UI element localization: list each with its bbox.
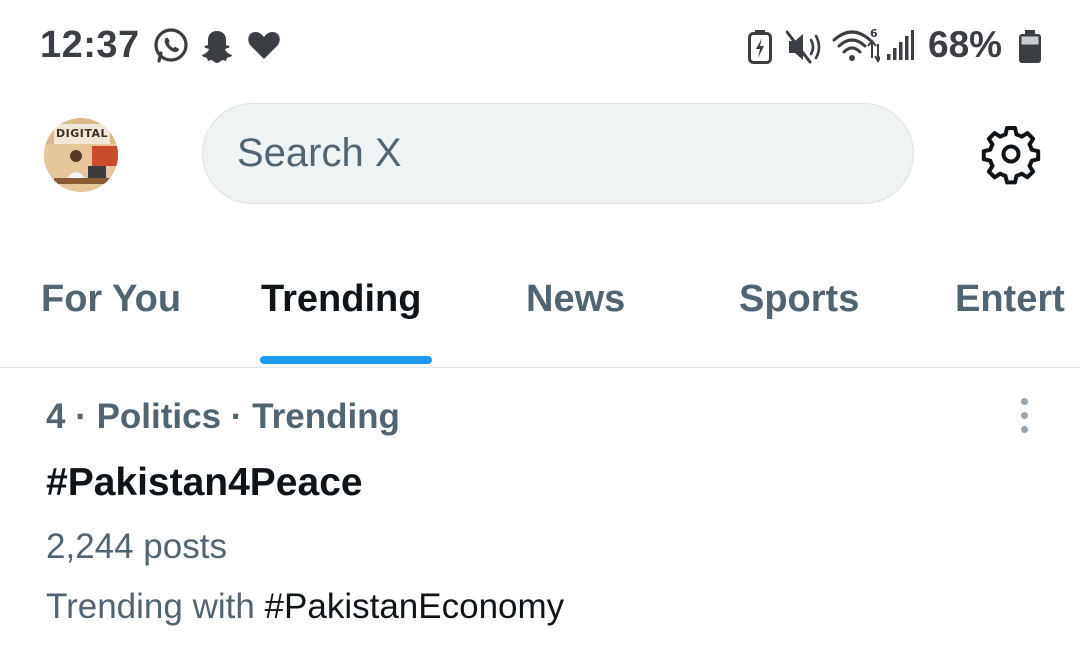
app-screen: 12:37 6 68% DIGITAL Search X For You Tre… bbox=[0, 0, 1080, 647]
trending-with: Trending with #PakistanEconomy bbox=[46, 587, 564, 627]
mute-icon bbox=[786, 30, 821, 64]
trend-post-count: 2,244 posts bbox=[46, 527, 227, 566]
tab-entertainment[interactable]: Entert bbox=[955, 278, 1065, 321]
svg-text:6: 6 bbox=[870, 27, 878, 40]
signal-icon bbox=[887, 30, 914, 60]
tab-trending[interactable]: Trending bbox=[261, 278, 421, 321]
search-input[interactable] bbox=[237, 104, 877, 203]
search-bar[interactable] bbox=[202, 103, 914, 204]
more-options-icon[interactable] bbox=[1010, 398, 1038, 440]
active-tab-indicator bbox=[260, 356, 432, 364]
whatsapp-icon bbox=[154, 28, 188, 63]
snapchat-icon bbox=[202, 31, 232, 63]
trend-meta: 4 · Politics · Trending bbox=[46, 397, 400, 436]
heart-icon bbox=[248, 32, 280, 59]
status-time: 12:37 bbox=[40, 24, 140, 66]
battery-saver-icon bbox=[748, 30, 772, 64]
settings-gear-icon[interactable] bbox=[980, 123, 1042, 185]
explore-tabs: For You Trending News Sports Entert bbox=[0, 258, 1080, 368]
trending-with-label: Trending with bbox=[46, 587, 255, 626]
tab-sports[interactable]: Sports bbox=[739, 278, 859, 321]
wifi-icon: 6 bbox=[832, 27, 880, 63]
trending-with-hashtag[interactable]: #PakistanEconomy bbox=[265, 587, 565, 626]
tab-for-you[interactable]: For You bbox=[41, 278, 181, 321]
tab-news[interactable]: News bbox=[526, 278, 625, 321]
profile-avatar[interactable]: DIGITAL bbox=[44, 118, 118, 192]
status-bar: 12:37 6 68% bbox=[0, 0, 1080, 92]
battery-percentage: 68% bbox=[928, 24, 1003, 65]
trend-hashtag[interactable]: #Pakistan4Peace bbox=[46, 461, 363, 505]
avatar-photo bbox=[44, 144, 118, 192]
battery-icon bbox=[1019, 30, 1041, 63]
